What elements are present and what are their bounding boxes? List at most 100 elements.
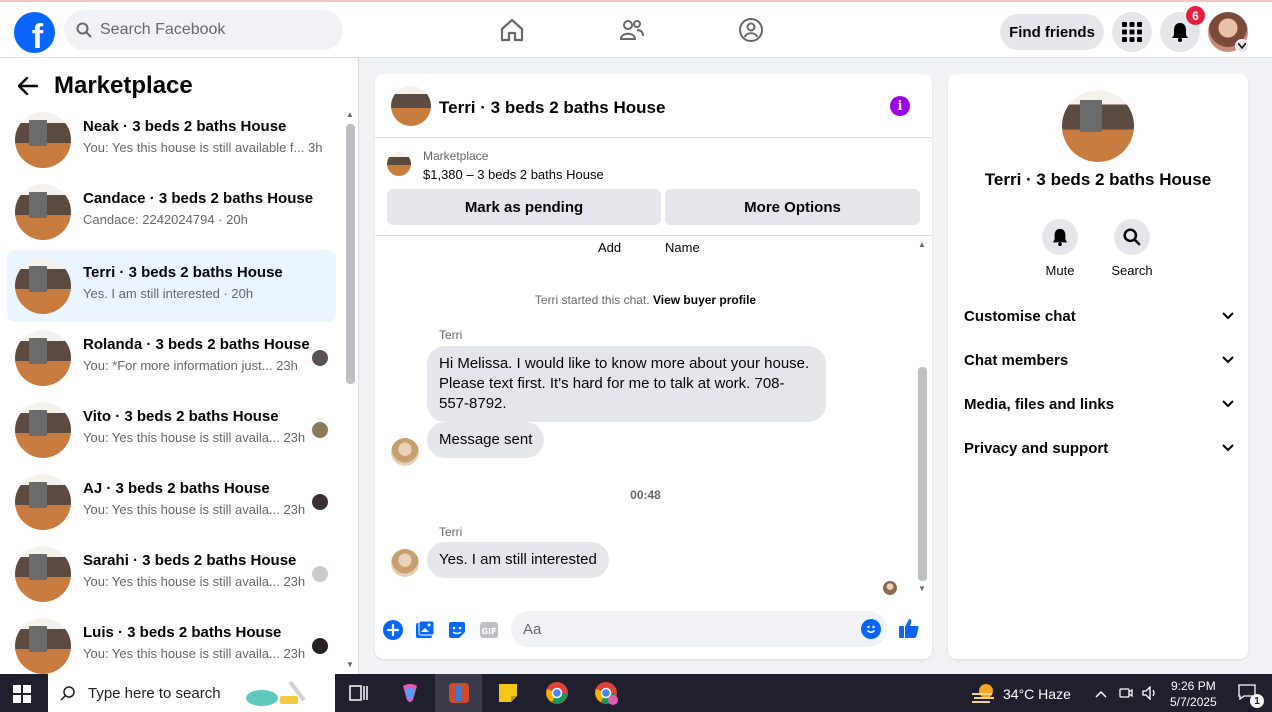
chrome-profile-icon[interactable] [593, 680, 619, 706]
groups-icon[interactable] [737, 16, 765, 44]
media-files-links-section[interactable]: Media, files and links [964, 390, 1234, 418]
weather-text[interactable]: 34°C Haze [1003, 686, 1071, 702]
copilot-icon[interactable] [397, 680, 423, 706]
mute-button[interactable]: Mute [1035, 219, 1085, 278]
seen-avatar [312, 350, 328, 366]
conversation-name: Luis · 3 beds 2 baths House [83, 624, 282, 641]
conversation-preview: You: Yes this house is still availa... 2… [83, 502, 306, 517]
sticker-icon[interactable] [446, 619, 468, 641]
mute-label: Mute [1045, 263, 1075, 278]
conversation-item[interactable]: Rolanda · 3 beds 2 baths House You: *For… [7, 322, 336, 394]
chevron-down-icon [1222, 444, 1234, 452]
conversation-item-active[interactable]: Terri · 3 beds 2 baths House Yes. I am s… [7, 250, 336, 322]
windows-start-icon[interactable] [13, 685, 31, 703]
facebook-search-box[interactable] [64, 10, 343, 50]
listing-thumbnail [387, 152, 411, 176]
chevron-down-icon [1222, 356, 1234, 364]
section-label: Media, files and links [964, 395, 1115, 413]
scroll-up-arrow-icon[interactable]: ▲ [918, 240, 926, 249]
chevron-down-icon[interactable] [1235, 39, 1249, 53]
search-icon[interactable] [1114, 219, 1150, 255]
conversation-name: Rolanda · 3 beds 2 baths House [83, 336, 310, 353]
search-highlight-icon [246, 680, 306, 706]
taskbar-search-input[interactable] [88, 684, 238, 702]
conversation-item[interactable]: Luis · 3 beds 2 baths House You: Yes thi… [7, 610, 336, 674]
find-friends-button[interactable]: Find friends [1000, 14, 1104, 50]
bell-icon[interactable] [1042, 219, 1078, 255]
chevron-down-icon [1222, 312, 1234, 320]
clock-time: 9:26 PM [1171, 679, 1216, 693]
message-bubble[interactable]: Message sent [427, 422, 545, 458]
scroll-up-arrow-icon[interactable]: ▲ [346, 110, 354, 119]
conversation-name: Vito · 3 beds 2 baths House [83, 408, 279, 425]
listing-thumbnail [15, 546, 71, 602]
message-bubble[interactable]: Yes. I am still interested [427, 542, 609, 578]
default-avatar-icon [312, 566, 328, 582]
mark-as-pending-button[interactable]: Mark as pending [387, 189, 661, 225]
conversation-item[interactable]: Sarahi · 3 beds 2 baths House You: Yes t… [7, 538, 336, 610]
scroll-down-arrow-icon[interactable]: ▼ [918, 584, 926, 593]
photo-icon[interactable] [414, 619, 436, 641]
conversation-name: Sarahi · 3 beds 2 baths House [83, 552, 297, 569]
back-arrow-icon[interactable] [18, 77, 38, 95]
conversation-preview: You: *For more information just... 23h [83, 358, 298, 373]
more-options-button[interactable]: More Options [665, 189, 920, 225]
home-icon[interactable] [498, 16, 526, 44]
search-label: Search [1111, 263, 1153, 278]
scroll-down-arrow-icon[interactable]: ▼ [346, 660, 354, 669]
search-in-chat-button[interactable]: Search [1107, 219, 1157, 278]
taskbar-search-box[interactable] [48, 674, 335, 712]
top-navigation-bar: f Find friends 6 [0, 0, 1272, 58]
taskbar-clock[interactable]: 9:26 PM 5/7/2025 [1170, 678, 1217, 710]
read-receipt-avatar [883, 581, 897, 595]
sidebar-header: Marketplace [18, 72, 193, 100]
friends-icon[interactable] [618, 16, 646, 44]
chat-started-notice: Terri started this chat. View buyer prof… [534, 293, 757, 307]
listing-thumbnail[interactable] [391, 86, 431, 126]
customise-chat-section[interactable]: Customise chat [964, 302, 1234, 330]
gif-icon[interactable]: GIF [478, 619, 500, 641]
bell-icon [1172, 23, 1188, 42]
svg-text:GIF: GIF [481, 627, 496, 636]
conversation-item[interactable]: AJ · 3 beds 2 baths House You: Yes this … [7, 466, 336, 538]
chat-title[interactable]: Terri · 3 beds 2 baths House [439, 98, 665, 118]
chat-members-section[interactable]: Chat members [964, 346, 1234, 374]
chrome-icon[interactable] [544, 680, 570, 706]
info-icon[interactable]: i [890, 96, 910, 116]
message-input[interactable] [523, 620, 823, 638]
chat-header: Terri · 3 beds 2 baths House i [375, 74, 932, 138]
conversation-name: AJ · 3 beds 2 baths House [83, 480, 270, 497]
facebook-logo-icon[interactable]: f [14, 12, 55, 53]
app-icon[interactable] [446, 680, 472, 706]
message-composer: GIF [375, 601, 932, 659]
partial-name-label: Name [665, 240, 700, 255]
thumbs-up-icon[interactable] [898, 617, 920, 639]
sender-avatar[interactable] [391, 549, 419, 577]
sender-avatar[interactable] [391, 438, 419, 466]
menu-grid-button[interactable] [1112, 12, 1152, 52]
chat-scrollbar[interactable] [918, 367, 927, 581]
conversation-item[interactable]: Neak · 3 beds 2 baths House You: Yes thi… [7, 104, 336, 176]
facebook-search-input[interactable] [100, 21, 320, 39]
action-center-count-badge: 1 [1250, 694, 1264, 708]
plus-circle-icon[interactable] [382, 619, 404, 641]
meet-now-icon[interactable] [1119, 686, 1133, 703]
conversation-item[interactable]: Vito · 3 beds 2 baths House You: Yes thi… [7, 394, 336, 466]
section-label: Customise chat [964, 307, 1076, 325]
page-title: Marketplace [54, 72, 193, 99]
weather-haze-icon [972, 684, 994, 703]
section-label: Privacy and support [964, 439, 1109, 457]
chevron-up-icon[interactable] [1095, 686, 1107, 701]
task-view-icon[interactable] [346, 680, 372, 706]
view-buyer-profile-link[interactable]: View buyer profile [653, 293, 756, 307]
message-input-box[interactable] [511, 611, 887, 647]
privacy-support-section[interactable]: Privacy and support [964, 434, 1234, 462]
emoji-icon[interactable] [861, 619, 881, 639]
conversation-item[interactable]: Candace · 3 beds 2 baths House Candace: … [7, 176, 336, 248]
time-separator: 00:48 [630, 488, 661, 502]
message-bubble[interactable]: Hi Melissa. I would like to know more ab… [427, 346, 826, 422]
sidebar-scrollbar[interactable] [346, 124, 355, 384]
speaker-icon[interactable] [1142, 685, 1158, 703]
listing-thumbnail[interactable] [1062, 90, 1134, 162]
sticky-notes-icon[interactable] [495, 680, 521, 706]
